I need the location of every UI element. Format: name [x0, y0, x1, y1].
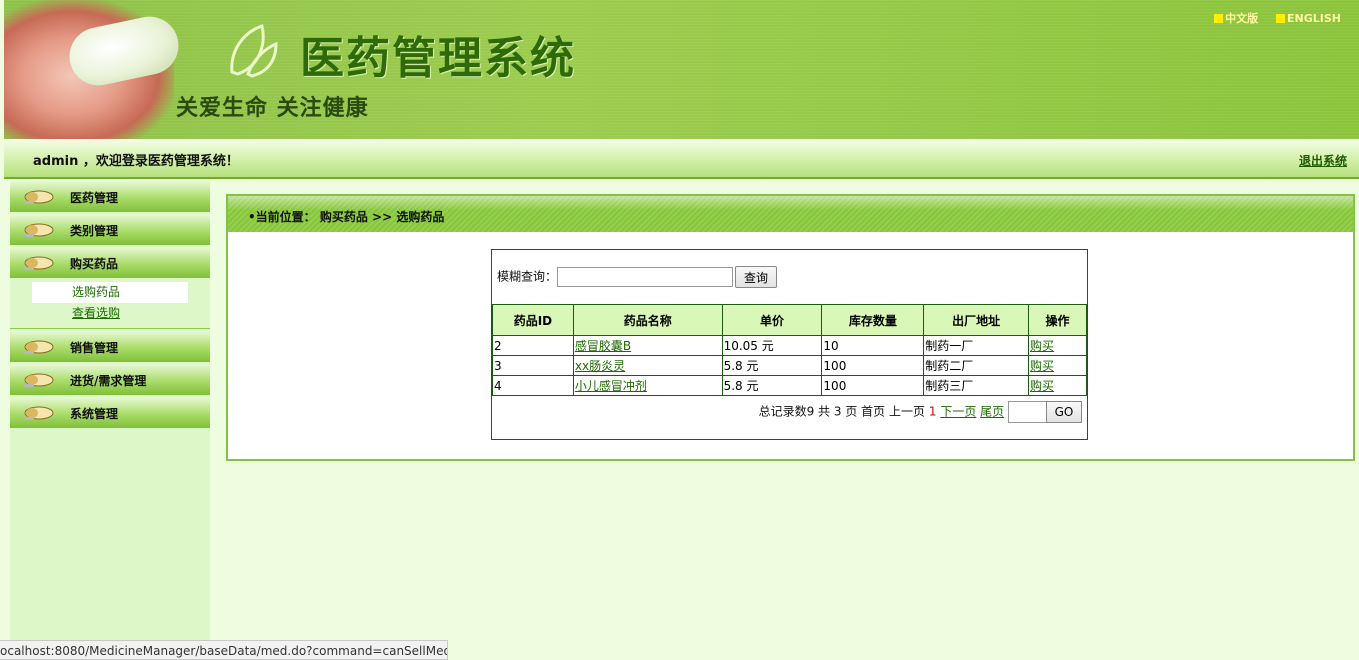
capsule-icon	[24, 256, 54, 270]
sidebar-item-purchase[interactable]: 购买药品	[10, 247, 210, 278]
pager-current: 1	[928, 404, 937, 419]
medicine-name-link[interactable]: xx肠炎灵	[575, 359, 625, 373]
search-row: 模糊查询： 查询	[497, 266, 778, 288]
sidebar-item-label: 销售管理	[70, 341, 119, 355]
pager-last-link[interactable]: 尾页	[980, 405, 1004, 419]
cell-name: 小儿感冒冲剂	[572, 375, 723, 396]
sidebar-item-stock[interactable]: 进货/需求管理	[10, 364, 210, 395]
go-button[interactable]: GO	[1046, 401, 1082, 423]
sidebar: 医药管理 类别管理 购买药品 选购药品 查看选购 销售管理 进货/需求管理 系统…	[10, 181, 210, 660]
cell-name: 感冒胶囊B	[572, 335, 723, 356]
table-row: 2 感冒胶囊B 10.05 元 10 制药一厂 购买	[492, 335, 1087, 356]
logout-link[interactable]: 退出系统	[1299, 152, 1347, 169]
pager-next-link[interactable]: 下一页	[940, 405, 976, 419]
sidebar-item-medicine[interactable]: 医药管理	[10, 181, 210, 212]
language-switch: 中文版 ENGLISH	[1200, 10, 1341, 26]
column-header: 单价	[721, 304, 823, 336]
column-header: 库存数量	[821, 304, 925, 336]
content-header: •当前位置： 购买药品 >> 选购药品	[228, 196, 1353, 232]
content-panel: •当前位置： 购买药品 >> 选购药品 模糊查询： 查询 药品ID 药品名称 单价…	[226, 194, 1355, 461]
lang-cn-label: 中文版	[1225, 12, 1259, 25]
cell-id: 2	[492, 335, 574, 356]
cell-name: xx肠炎灵	[572, 355, 723, 376]
browser-status-bar: ocalhost:8080/MedicineManager/baseData/m…	[0, 640, 448, 660]
lang-en-label: ENGLISH	[1287, 12, 1341, 25]
buy-link[interactable]: 购买	[1030, 379, 1054, 393]
cell-stock: 10	[821, 335, 925, 356]
table-header-row: 药品ID 药品名称 单价 库存数量 出厂地址 操作	[492, 304, 1087, 336]
cell-stock: 100	[821, 375, 925, 396]
leaf-logo-icon	[230, 24, 278, 78]
cell-price: 10.05 元	[721, 335, 823, 356]
cell-price: 5.8 元	[721, 375, 823, 396]
welcome-bar: admin ，欢迎登录医药管理系统！ 退出系统	[4, 139, 1359, 179]
column-header: 操作	[1028, 304, 1087, 336]
column-header: 药品名称	[572, 304, 723, 336]
medicine-name-link[interactable]: 小儿感冒冲剂	[575, 379, 647, 393]
sidebar-item-label: 购买药品	[70, 257, 119, 271]
breadcrumb: •当前位置： 购买药品 >> 选购药品	[248, 210, 445, 224]
pager-first: 首页	[861, 404, 886, 419]
sidebar-item-label: 类别管理	[70, 224, 119, 238]
cell-id: 3	[492, 355, 574, 376]
column-header: 药品ID	[492, 304, 574, 336]
lang-en-link[interactable]: ENGLISH	[1276, 12, 1341, 25]
sidebar-item-sales[interactable]: 销售管理	[10, 331, 210, 362]
cell-factory: 制药一厂	[923, 335, 1030, 356]
sidebar-item-category[interactable]: 类别管理	[10, 214, 210, 245]
capsule-icon	[24, 373, 54, 387]
cell-factory: 制药二厂	[923, 355, 1030, 376]
cell-factory: 制药三厂	[923, 375, 1030, 396]
square-bullet-icon	[1276, 14, 1286, 23]
capsule-icon	[24, 406, 54, 420]
medicine-name-link[interactable]: 感冒胶囊B	[575, 339, 631, 353]
page-number-input[interactable]	[1008, 401, 1050, 423]
cell-action: 购买	[1028, 355, 1087, 376]
search-input[interactable]	[557, 267, 734, 287]
search-label: 模糊查询：	[497, 269, 558, 284]
sidebar-subitem-view[interactable]: 查看选购	[32, 303, 188, 324]
cell-price: 5.8 元	[721, 355, 823, 376]
column-header: 出厂地址	[923, 304, 1030, 336]
table-row: 3 xx肠炎灵 5.8 元 100 制药二厂 购买	[492, 355, 1087, 376]
medicine-list-panel: 模糊查询：查询 药品ID 药品名称 单价 库存数量 出厂地址 操作 2 感冒胶	[491, 249, 1088, 440]
square-bullet-icon	[1214, 14, 1224, 23]
sidebar-item-label: 进货/需求管理	[70, 374, 147, 388]
sidebar-item-label: 医药管理	[70, 191, 119, 205]
capsule-icon	[24, 190, 54, 204]
sidebar-subitem-select[interactable]: 选购药品	[32, 282, 188, 303]
buy-link[interactable]: 购买	[1030, 339, 1054, 353]
system-title: 医药管理系统	[300, 33, 576, 84]
buy-link[interactable]: 购买	[1030, 359, 1054, 373]
header-banner: 医药管理系统 关爱生命 关注健康 中文版 ENGLISH	[4, 0, 1359, 139]
purchase-submenu: 选购药品 查看选购	[10, 280, 210, 329]
table-row: 4 小儿感冒冲剂 5.8 元 100 制药三厂 购买	[492, 375, 1087, 396]
capsule-icon	[24, 223, 54, 237]
capsule-icon	[24, 340, 54, 354]
slogan: 关爱生命 关注健康	[176, 95, 369, 121]
sidebar-item-label: 系统管理	[70, 407, 119, 421]
pagination: 总记录数9 共 3 页 首页 上一页 1 下一页 尾页 GO	[759, 401, 1082, 423]
welcome-text: admin ，欢迎登录医药管理系统！	[33, 154, 239, 169]
cell-action: 购买	[1028, 335, 1087, 356]
cell-id: 4	[492, 375, 574, 396]
medicine-table: 药品ID 药品名称 单价 库存数量 出厂地址 操作 2 感冒胶囊B 10.05 …	[492, 304, 1087, 396]
pager-summary: 总记录数9 共 3 页	[758, 404, 858, 419]
search-button[interactable]: 查询	[735, 266, 778, 288]
lang-cn-link[interactable]: 中文版	[1214, 12, 1258, 25]
cell-action: 购买	[1028, 375, 1087, 396]
sidebar-item-system[interactable]: 系统管理	[10, 397, 210, 428]
pager-prev: 上一页	[889, 404, 926, 419]
cell-stock: 100	[821, 355, 925, 376]
